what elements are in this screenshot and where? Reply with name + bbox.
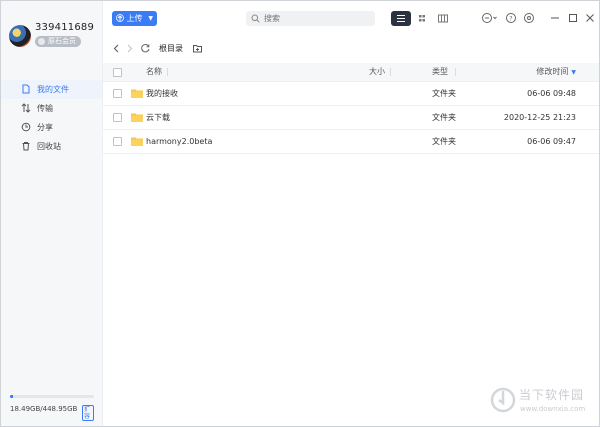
watermark-url: www.downxia.com	[520, 405, 586, 413]
minimize-icon[interactable]	[549, 12, 561, 24]
help-icon[interactable]: ?	[505, 12, 517, 24]
sidebar-item-label: 回收站	[37, 142, 61, 151]
maximize-icon[interactable]	[567, 12, 579, 24]
upload-icon	[116, 14, 124, 22]
column-header-time-label: 修改时间	[536, 67, 569, 76]
more-menu-icon[interactable]	[481, 12, 499, 24]
column-icon	[438, 14, 448, 23]
file-name: harmony2.0beta	[146, 137, 213, 146]
sidebar-item-transfer[interactable]: 传输	[1, 99, 102, 118]
list-view-button[interactable]	[391, 11, 411, 26]
trash-icon	[22, 142, 30, 151]
storage-bar-fill	[10, 395, 14, 398]
refresh-icon[interactable]	[140, 43, 151, 54]
file-name: 云下载	[146, 113, 170, 122]
sidebar-item-my-files[interactable]: 我的文件	[1, 80, 102, 99]
row-checkbox[interactable]	[113, 89, 122, 98]
view-mode-group	[391, 11, 453, 26]
folder-icon	[131, 137, 143, 146]
file-time: 06-06 09:48	[527, 89, 576, 98]
table-row[interactable]: 我的接收 文件夹 06-06 09:48	[103, 82, 599, 106]
file-name: 我的接收	[146, 89, 178, 98]
file-type: 文件夹	[432, 137, 456, 146]
file-icon	[22, 84, 30, 94]
column-header-time[interactable]: 修改时间 ▼	[536, 63, 576, 82]
sidebar-nav: 我的文件 传输 分享 回收站	[1, 80, 102, 156]
column-header-size[interactable]: 大小	[369, 63, 385, 81]
sidebar-item-label: 分享	[37, 123, 53, 132]
member-badge[interactable]: 原石会员	[35, 36, 81, 47]
chevron-down-icon[interactable]: ▼	[148, 11, 153, 26]
column-divider[interactable]	[167, 68, 168, 76]
search-box[interactable]	[246, 11, 375, 26]
sidebar-item-label: 我的文件	[37, 85, 69, 94]
grid-view-button[interactable]	[412, 11, 432, 26]
file-table: 名称 大小 类型 修改时间 ▼ 我的接收 文件夹 06-06 09:48 云下载…	[103, 63, 599, 154]
file-type: 文件夹	[432, 89, 456, 98]
select-all-checkbox[interactable]	[113, 68, 122, 77]
main-panel: 上传 ▼ 搜索 ? 根目录 名称 大小 类型 修改时间 ▼ 我的接收 文件夹 0…	[103, 1, 599, 426]
svg-text:?: ?	[509, 16, 512, 23]
grid-icon	[419, 15, 425, 22]
watermark-text: 当下软件园	[519, 388, 585, 402]
breadcrumb[interactable]: 根目录	[159, 43, 183, 54]
row-checkbox[interactable]	[113, 113, 122, 122]
file-time: 2020-12-25 21:23	[503, 113, 576, 122]
table-row[interactable]: harmony2.0beta 文件夹 06-06 09:47	[103, 130, 599, 154]
sidebar-item-trash[interactable]: 回收站	[1, 137, 102, 156]
storage-indicator: 18.49GB/448.95GB 扩容	[10, 395, 94, 421]
file-type: 文件夹	[432, 113, 456, 122]
table-row[interactable]: 云下载 文件夹 2020-12-25 21:23	[103, 106, 599, 130]
storage-bar	[10, 395, 94, 398]
folder-icon	[131, 89, 143, 98]
search-input[interactable]	[264, 13, 364, 24]
column-divider[interactable]	[390, 68, 391, 76]
table-header: 名称 大小 类型 修改时间 ▼	[103, 63, 599, 82]
share-icon	[21, 122, 31, 132]
avatar[interactable]	[9, 25, 31, 47]
row-checkbox[interactable]	[113, 137, 122, 146]
forward-icon[interactable]	[124, 43, 135, 54]
column-view-button[interactable]	[433, 11, 453, 26]
path-bar: 根目录	[103, 39, 599, 59]
expand-storage-button[interactable]: 扩容	[82, 405, 94, 421]
watermark-logo-icon	[490, 387, 516, 413]
storage-text: 18.49GB/448.95GB	[10, 405, 78, 413]
back-icon[interactable]	[111, 43, 122, 54]
username: 339411689	[35, 22, 95, 33]
file-time: 06-06 09:47	[527, 137, 576, 146]
list-icon	[397, 15, 405, 22]
settings-icon[interactable]	[523, 12, 535, 24]
sidebar-item-label: 传输	[37, 104, 53, 113]
new-folder-icon[interactable]	[192, 43, 203, 54]
sort-desc-icon: ▼	[571, 69, 576, 76]
column-header-name[interactable]: 名称	[146, 63, 162, 81]
upload-label: 上传	[126, 14, 143, 23]
sidebar: 339411689 原石会员 我的文件 传输 分享 回收站 18.49GB/44…	[1, 1, 103, 426]
watermark: 当下软件园 www.downxia.com	[490, 382, 594, 422]
column-header-type[interactable]: 类型	[432, 63, 448, 81]
upload-button[interactable]: 上传 ▼	[112, 11, 157, 26]
badge-icon	[38, 38, 45, 45]
transfer-icon	[21, 103, 31, 113]
app-window: 339411689 原石会员 我的文件 传输 分享 回收站 18.49GB/44…	[0, 0, 600, 427]
close-icon[interactable]	[584, 12, 596, 24]
sidebar-item-share[interactable]: 分享	[1, 118, 102, 137]
column-divider[interactable]	[455, 68, 456, 76]
badge-label: 原石会员	[48, 37, 76, 45]
search-icon	[251, 14, 260, 23]
folder-icon	[131, 113, 143, 122]
